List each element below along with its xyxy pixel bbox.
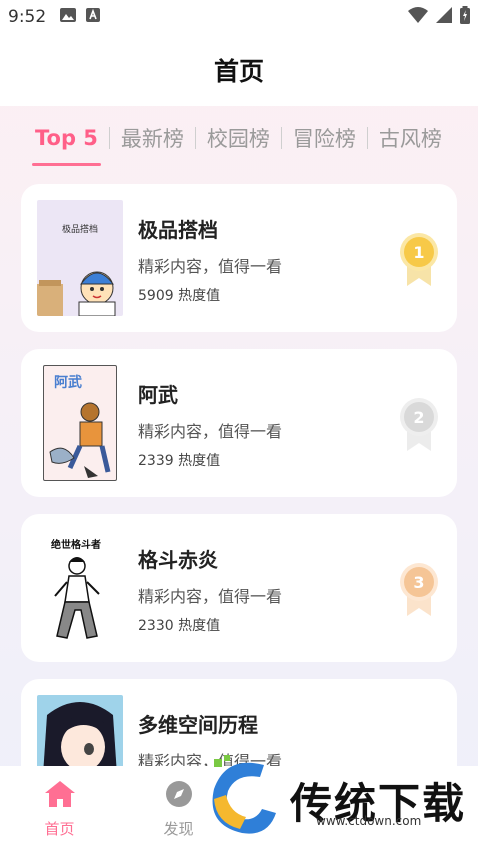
tab-divider	[108, 127, 110, 149]
comic-cover: 绝世格斗者	[37, 530, 123, 646]
watermark-url: www.ctdown.com	[316, 814, 422, 828]
cover-title: 阿武	[54, 375, 82, 391]
tab-ancient[interactable]: 古风榜	[376, 123, 445, 153]
tab-latest[interactable]: 最新榜	[118, 123, 187, 153]
status-bar: 9:52	[0, 0, 478, 34]
tab-campus[interactable]: 校园榜	[204, 123, 273, 153]
ranking-card[interactable]: 极品搭档 极品搭档 精彩内容，值得一看 5909 热度值 1	[21, 184, 457, 332]
comic-desc: 精彩内容，值得一看	[138, 422, 283, 441]
comic-name: 阿武	[138, 383, 178, 407]
heat-value: 5909 热度值	[138, 288, 221, 304]
header: 首页	[0, 34, 478, 106]
comic-cover: 阿武	[43, 365, 117, 481]
status-time: 9:52	[8, 7, 47, 27]
tab-divider	[366, 127, 368, 149]
card-info: 极品搭档 精彩内容，值得一看 5909 热度值	[138, 214, 282, 305]
ranking-card[interactable]: 阿武 阿武 精彩内容，值得一看 2339 热度值 2	[21, 349, 457, 497]
home-icon	[44, 780, 76, 812]
cover-title: 极品搭档	[61, 225, 98, 235]
signal-icon	[436, 6, 452, 28]
card-info: 阿武 精彩内容，值得一看 2339 热度值	[138, 379, 282, 470]
rank-number: 1	[413, 243, 424, 262]
ranking-tabs: Top 5 最新榜 校园榜 冒险榜 古风榜	[0, 106, 478, 170]
comic-cover: 极品搭档	[37, 200, 123, 316]
battery-icon	[460, 5, 470, 29]
rank-medal-icon: 1	[399, 232, 439, 288]
nav-home-label: 首页	[44, 820, 75, 838]
app-notification-icon	[86, 7, 101, 27]
tab-divider	[194, 127, 196, 149]
watermark: 传统下载 www.ctdown.com	[206, 752, 468, 848]
comic-desc: 精彩内容，值得一看	[138, 587, 283, 606]
heat-value: 2330 热度值	[138, 618, 221, 634]
tab-divider	[280, 127, 282, 149]
wifi-icon	[408, 6, 428, 28]
cover-title: 绝世格斗者	[51, 540, 101, 551]
watermark-logo-icon	[206, 755, 280, 845]
comic-name: 极品搭档	[138, 218, 218, 242]
compass-icon	[165, 780, 193, 812]
ranking-card[interactable]: 绝世格斗者 格斗赤炎 精彩内容，值得一看 2330 热度值 3	[21, 514, 457, 662]
nav-discover-label: 发现	[163, 820, 194, 838]
comic-desc: 精彩内容，值得一看	[138, 257, 283, 276]
comic-name: 多维空间历程	[138, 713, 258, 737]
nav-home[interactable]: 首页	[0, 766, 119, 850]
card-info: 格斗赤炎 精彩内容，值得一看 2330 热度值	[138, 544, 282, 635]
ranking-list: 极品搭档 极品搭档 精彩内容，值得一看 5909 热度值 1 阿武 阿武 精彩内…	[21, 184, 457, 844]
gallery-icon	[60, 7, 77, 27]
tab-adventure[interactable]: 冒险榜	[290, 123, 359, 153]
tab-top5[interactable]: Top 5	[32, 126, 101, 166]
comic-name: 格斗赤炎	[138, 548, 218, 572]
rank-medal-icon: 2	[399, 397, 439, 453]
heat-value: 2339 热度值	[138, 453, 221, 469]
rank-number: 3	[413, 573, 424, 592]
rank-number: 2	[413, 408, 424, 427]
rank-medal-icon: 3	[399, 562, 439, 618]
page-title: 首页	[213, 57, 264, 86]
